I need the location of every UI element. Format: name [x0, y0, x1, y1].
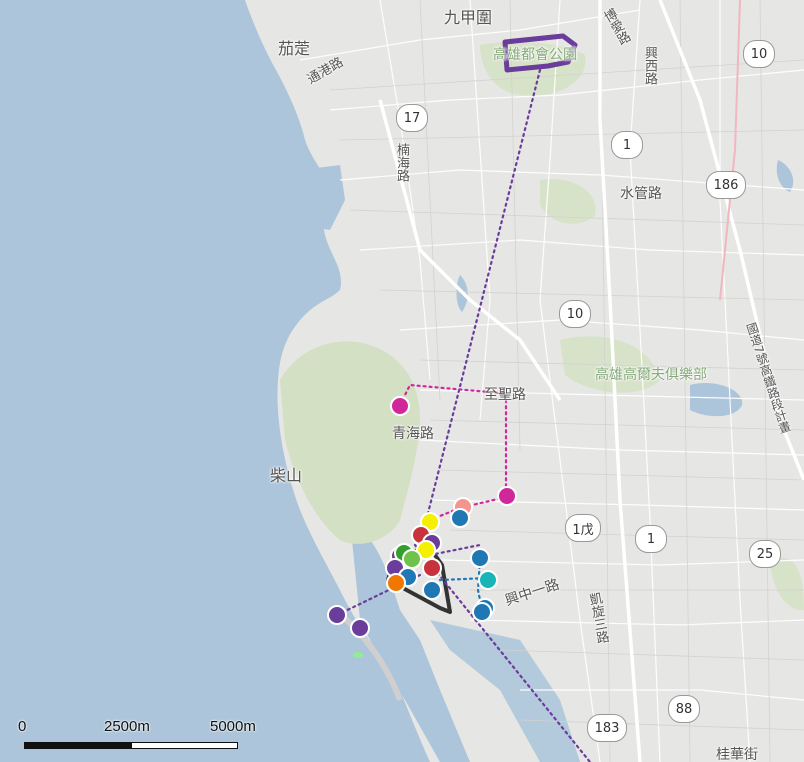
point-red-2 — [422, 558, 442, 578]
point-teal — [478, 570, 498, 590]
label-jiading: 茄萣 — [278, 39, 311, 58]
road-shield-186: 186 — [706, 171, 746, 199]
map-canvas[interactable]: 九甲圍 茄萣 通港路 高雄都會公園 興西路 博愛路 楠海路 水管路 柴山 青海路… — [0, 0, 804, 762]
road-shield-25: 25 — [749, 540, 781, 568]
point-green-light — [402, 549, 422, 569]
point-magenta-1 — [390, 396, 410, 416]
scale-bar: 0 2500m 5000m — [18, 718, 268, 754]
point-blue-6 — [472, 602, 492, 622]
road-shield-1wu: 1戊 — [565, 514, 601, 542]
road-shield-1s: 1 — [635, 525, 667, 553]
point-orange — [386, 573, 406, 593]
label-club: 高雄高爾夫俱樂部 — [595, 367, 707, 383]
label-park: 高雄都會公園 — [493, 47, 577, 63]
point-blue-1 — [450, 508, 470, 528]
label-qinghai: 青海路 — [392, 426, 434, 442]
road-shield-88: 88 — [668, 695, 700, 723]
label-chaishan: 柴山 — [270, 466, 303, 485]
label-jiajia: 九甲圍 — [444, 8, 493, 27]
road-shield-10a: 10 — [743, 40, 775, 68]
label-guihua: 桂華街 — [716, 747, 758, 762]
point-purple-2 — [350, 618, 370, 638]
point-blue-2 — [470, 548, 490, 568]
scale-label-0: 0 — [18, 718, 27, 735]
point-magenta-2 — [497, 486, 517, 506]
road-shield-183: 183 — [587, 714, 627, 742]
scale-label-5000: 5000m — [210, 718, 256, 735]
label-shuiguan: 水管路 — [620, 186, 662, 202]
scale-bar-black — [24, 742, 132, 749]
point-blue-4 — [422, 580, 442, 600]
label-zhisheng: 至聖路 — [484, 387, 526, 403]
road-shield-1: 1 — [611, 131, 643, 159]
label-nanhai: 楠海路 — [394, 143, 409, 182]
scale-label-2500: 2500m — [104, 718, 150, 735]
road-shield-17: 17 — [396, 104, 428, 132]
point-purple-1 — [327, 605, 347, 625]
scale-bar-white — [131, 742, 238, 749]
label-xingxi: 興西路 — [642, 46, 657, 85]
road-shield-10b: 10 — [559, 300, 591, 328]
